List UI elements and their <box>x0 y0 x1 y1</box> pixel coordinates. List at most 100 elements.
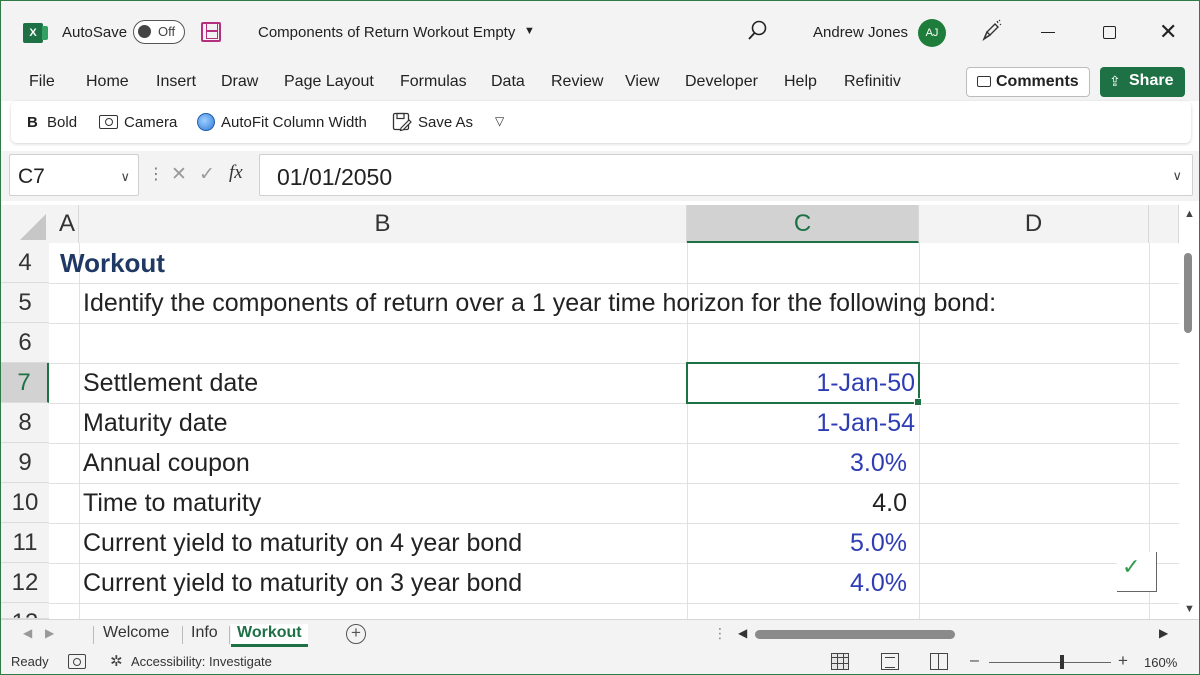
normal-view-icon[interactable] <box>831 653 849 670</box>
zoom-in-icon[interactable]: + <box>1118 651 1128 671</box>
zoom-slider-handle[interactable] <box>1060 655 1064 669</box>
cell-b10[interactable]: Time to maturity <box>83 483 261 523</box>
column-header-c[interactable]: C <box>687 205 919 243</box>
row-header-5[interactable]: 5 <box>1 283 49 323</box>
bold-button[interactable]: B Bold <box>27 114 77 131</box>
expand-formula-bar-icon[interactable]: ∨ <box>1172 168 1182 184</box>
macro-recording-icon[interactable] <box>68 654 86 669</box>
bold-icon: B <box>27 114 38 131</box>
save-icon[interactable] <box>201 22 221 42</box>
cell-b8[interactable]: Maturity date <box>83 403 228 443</box>
tab-insert[interactable]: Insert <box>156 73 196 91</box>
accessibility-status[interactable]: Accessibility: Investigate <box>131 654 272 669</box>
comment-icon <box>977 76 991 87</box>
cell-b11[interactable]: Current yield to maturity on 4 year bond <box>83 523 522 563</box>
prev-sheet-icon[interactable]: ◀ <box>23 626 32 640</box>
cell-b5[interactable]: Identify the components of return over a… <box>83 283 996 323</box>
next-sheet-icon[interactable]: ▶ <box>45 626 54 640</box>
add-sheet-icon[interactable]: + <box>346 624 366 644</box>
search-icon[interactable] <box>746 19 768 43</box>
tab-developer[interactable]: Developer <box>685 73 758 91</box>
cell-c8[interactable]: 1-Jan-54 <box>687 403 915 443</box>
row-header-9[interactable]: 9 <box>1 443 49 483</box>
insert-function-icon[interactable]: fx <box>229 162 243 184</box>
vertical-scroll-thumb[interactable] <box>1184 253 1192 333</box>
share-label: Share <box>1129 72 1174 89</box>
tab-draw[interactable]: Draw <box>221 73 258 91</box>
tab-split-handle-icon[interactable]: ⋮ <box>713 625 727 642</box>
camera-icon[interactable] <box>99 115 118 129</box>
cell-b7[interactable]: Settlement date <box>83 363 258 403</box>
zoom-out-icon[interactable]: – <box>970 652 979 670</box>
tab-help[interactable]: Help <box>784 73 817 91</box>
row-header-10[interactable]: 10 <box>1 483 49 523</box>
zoom-level[interactable]: 160% <box>1144 655 1177 670</box>
select-all-corner[interactable] <box>1 205 49 243</box>
maximize-icon[interactable] <box>1103 26 1116 39</box>
column-header-b[interactable]: B <box>79 205 687 243</box>
scroll-up-icon[interactable]: ▲ <box>1184 208 1195 220</box>
sheet-tab-workout[interactable]: Workout <box>231 624 308 647</box>
row-header-13[interactable]: 13 <box>1 603 49 619</box>
sheet-tab-welcome[interactable]: Welcome <box>103 624 169 642</box>
horizontal-scroll-thumb[interactable] <box>755 630 955 639</box>
tab-refinitiv[interactable]: Refinitiv <box>844 73 901 91</box>
minimize-icon[interactable] <box>1041 32 1055 33</box>
column-header-d[interactable]: D <box>919 205 1149 243</box>
tab-file[interactable]: File <box>29 73 55 91</box>
user-name[interactable]: Andrew Jones <box>813 24 908 41</box>
column-header-e[interactable] <box>1149 205 1179 243</box>
row-header-6[interactable]: 6 <box>1 323 49 363</box>
document-title[interactable]: Components of Return Workout Empty <box>258 24 515 41</box>
zoom-slider[interactable] <box>989 662 1111 663</box>
tab-home[interactable]: Home <box>86 73 129 91</box>
cell-b12[interactable]: Current yield to maturity on 3 year bond <box>83 563 522 603</box>
autosave-toggle[interactable]: Off <box>133 20 185 44</box>
cell-c9[interactable]: 3.0% <box>687 443 907 483</box>
column-header-a[interactable]: A <box>49 205 79 243</box>
save-as-button[interactable]: Save As <box>418 114 473 131</box>
cell-c12[interactable]: 4.0% <box>687 563 907 603</box>
customize-toolbar-chevron-icon[interactable]: ▽ <box>495 114 504 128</box>
enter-icon[interactable]: ✓ <box>199 163 215 186</box>
vertical-scrollbar[interactable]: ▲ ▼ <box>1179 205 1199 619</box>
autofit-column-width-button[interactable]: AutoFit Column Width <box>221 114 367 131</box>
tab-page-layout[interactable]: Page Layout <box>284 73 374 91</box>
more-options-icon[interactable]: ⋮ <box>148 164 164 184</box>
tab-formulas[interactable]: Formulas <box>400 73 467 91</box>
worksheet-grid[interactable]: A B C D 4 5 6 7 8 9 10 11 12 13 Workout … <box>1 205 1179 619</box>
sheet-tab-info[interactable]: Info <box>191 624 218 642</box>
comments-button[interactable]: Comments <box>966 67 1090 97</box>
scroll-down-icon[interactable]: ▼ <box>1184 603 1195 615</box>
accessibility-icon[interactable]: ✲ <box>110 652 123 670</box>
avatar[interactable]: AJ <box>918 19 946 47</box>
cell-a4[interactable]: Workout <box>60 243 165 283</box>
row-header-11[interactable]: 11 <box>1 523 49 563</box>
row-header-7[interactable]: 7 <box>1 363 49 403</box>
save-as-icon[interactable] <box>392 112 412 132</box>
row-header-4[interactable]: 4 <box>1 243 49 283</box>
cell-c11[interactable]: 5.0% <box>687 523 907 563</box>
tab-data[interactable]: Data <box>491 73 525 91</box>
chevron-down-icon[interactable]: ∨ <box>120 169 130 185</box>
row-header-8[interactable]: 8 <box>1 403 49 443</box>
scroll-left-icon[interactable]: ◀ <box>738 626 747 640</box>
name-box[interactable]: C7 ∨ <box>9 154 139 196</box>
row-header-12[interactable]: 12 <box>1 563 49 603</box>
share-button[interactable]: ⇪ Share <box>1100 67 1185 97</box>
page-layout-view-icon[interactable] <box>881 653 899 670</box>
camera-button[interactable]: Camera <box>124 114 177 131</box>
tab-review[interactable]: Review <box>551 73 603 91</box>
designer-pen-icon[interactable] <box>979 19 1003 43</box>
tab-view[interactable]: View <box>625 73 659 91</box>
scroll-right-icon[interactable]: ▶ <box>1159 626 1168 640</box>
cell-c10[interactable]: 4.0 <box>687 483 907 523</box>
formula-input[interactable]: 01/01/2050 ∨ <box>259 154 1193 196</box>
chevron-down-icon[interactable]: ▼ <box>524 25 535 37</box>
page-break-view-icon[interactable] <box>930 653 948 670</box>
close-icon[interactable]: ✕ <box>1159 20 1177 44</box>
cell-b9[interactable]: Annual coupon <box>83 443 250 483</box>
active-cell-selection[interactable] <box>686 362 922 406</box>
autofit-icon[interactable] <box>197 113 215 131</box>
cancel-icon[interactable]: ✕ <box>171 163 187 186</box>
